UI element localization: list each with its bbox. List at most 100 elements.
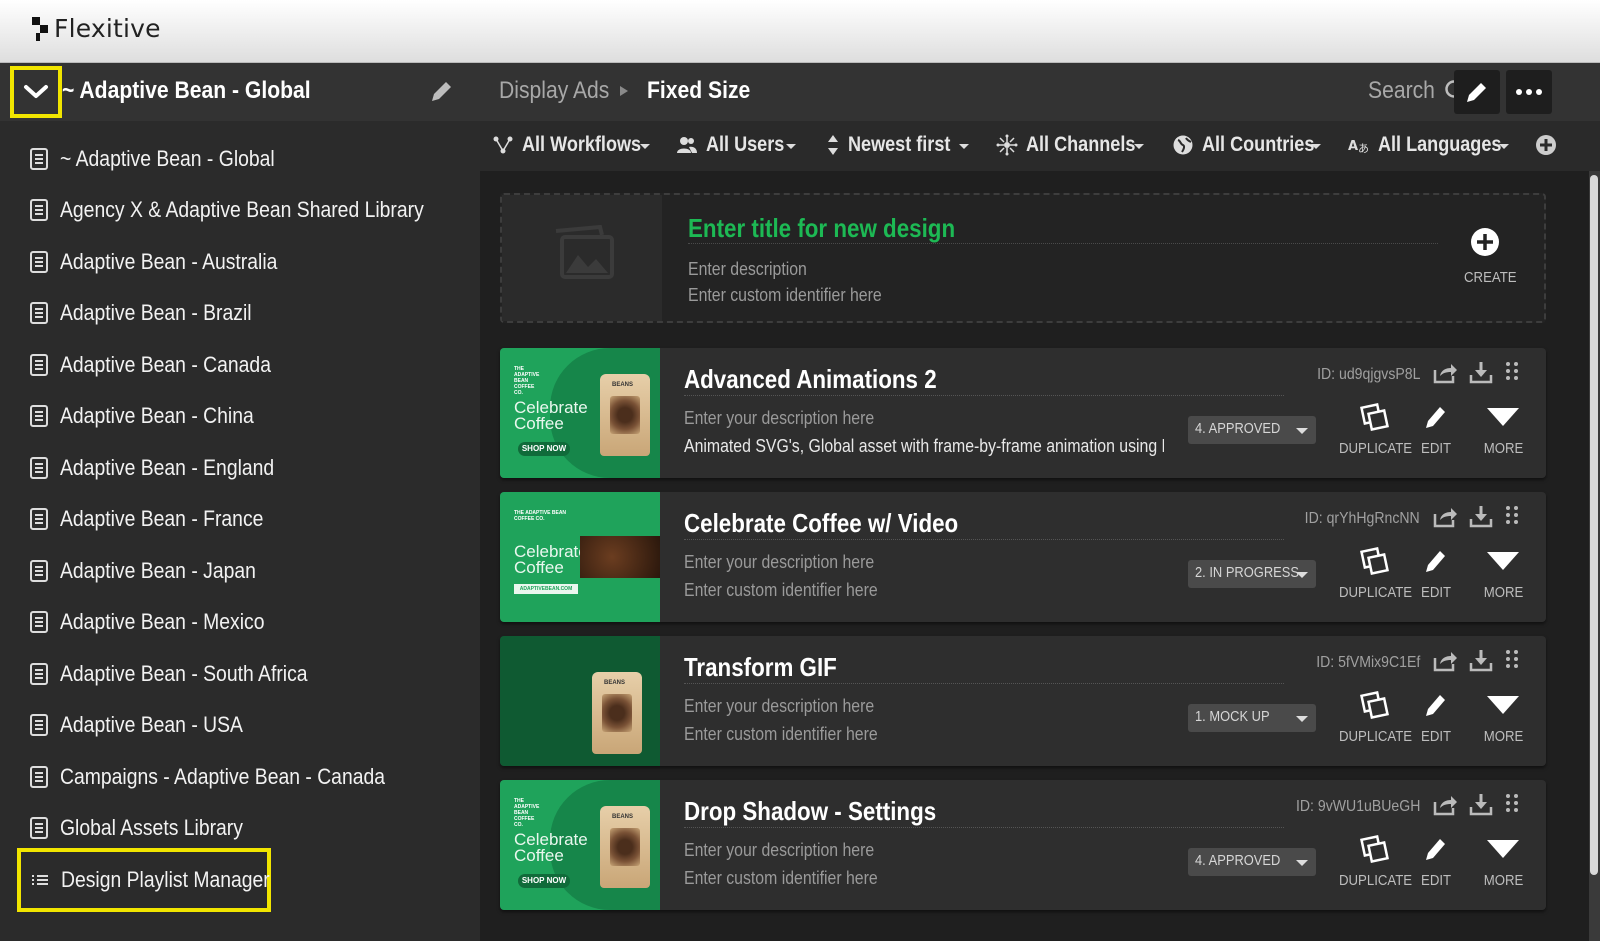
design-card[interactable]: THE ADAPTIVE BEAN COFFEE CO. Celebrate C… [500, 492, 1546, 622]
filter-workflows[interactable]: All Workflows [492, 131, 660, 159]
new-design-description-input[interactable]: Enter description [688, 259, 807, 280]
sidebar-item[interactable]: Global Assets Library [30, 808, 268, 848]
design-description[interactable]: Enter your description here [684, 840, 874, 861]
filter-sort[interactable]: Newest first [826, 131, 967, 159]
sidebar-item-label: Design Playlist Manager [61, 867, 270, 892]
thumbnail-cta: SHOP NOW [518, 442, 570, 456]
edit-button[interactable] [1454, 70, 1500, 114]
more-button[interactable]: MORE [1468, 402, 1538, 468]
sidebar-item-label: ~ Adaptive Bean - Global [60, 146, 275, 171]
caret-down-icon [1311, 144, 1321, 149]
design-thumbnail[interactable]: THE ADAPTIVE BEAN COFFEE CO. Celebrate C… [500, 492, 660, 622]
sidebar-dropdown-toggle[interactable] [10, 66, 62, 118]
sidebar-item[interactable]: Adaptive Bean - China [30, 396, 280, 436]
share-icon[interactable] [1432, 648, 1458, 674]
filter-channels[interactable]: All Channels [996, 131, 1153, 159]
design-title[interactable]: Celebrate Coffee w/ Video [684, 508, 958, 539]
duplicate-icon [1360, 691, 1389, 719]
caret-down-icon [1296, 860, 1308, 866]
sidebar-item[interactable]: Adaptive Bean - South Africa [30, 654, 341, 694]
create-button[interactable]: CREATE [1464, 269, 1517, 286]
sidebar-item[interactable]: Adaptive Bean - Canada [30, 345, 300, 385]
status-dropdown[interactable]: 4. APPROVED [1188, 416, 1316, 444]
edit-design-button[interactable]: EDIT [1406, 690, 1466, 756]
ellipsis-icon [1516, 89, 1542, 95]
share-icon[interactable] [1432, 504, 1458, 530]
sidebar-item-design-playlist-manager[interactable]: Design Playlist Manager [17, 848, 271, 912]
sidebar-item[interactable]: Adaptive Bean - France [30, 499, 291, 539]
new-design-title-input[interactable]: Enter title for new design [688, 213, 955, 244]
duplicate-button[interactable]: DUPLICATE [1334, 690, 1414, 756]
sidebar-item[interactable]: Adaptive Bean - Brazil [30, 293, 278, 333]
divider [684, 395, 1284, 396]
design-thumbnail[interactable] [500, 636, 660, 766]
design-id: ID: qrYhHgRncNN [1304, 510, 1420, 527]
add-filter-icon[interactable] [1535, 134, 1557, 156]
design-identifier[interactable]: Enter custom identifier here [684, 724, 878, 745]
design-description[interactable]: Enter your description here [684, 696, 874, 717]
new-design-identifier-input[interactable]: Enter custom identifier here [688, 285, 882, 306]
pencil-icon [1426, 695, 1445, 716]
new-design-thumbnail[interactable] [502, 195, 662, 321]
status-dropdown[interactable]: 4. APPROVED [1188, 848, 1316, 876]
duplicate-button[interactable]: DUPLICATE [1334, 834, 1414, 900]
design-thumbnail[interactable]: THE ADAPTIVE BEAN COFFEE CO. Celebrate C… [500, 780, 660, 910]
scrollbar-thumb[interactable] [1590, 175, 1598, 875]
download-icon[interactable] [1468, 792, 1494, 818]
download-icon[interactable] [1468, 360, 1494, 386]
status-dropdown[interactable]: 2. IN PROGRESS [1188, 560, 1316, 588]
sidebar-item[interactable]: Agency X & Adaptive Bean Shared Library [30, 190, 473, 230]
breadcrumb-parent[interactable]: Display Ads [499, 77, 609, 105]
more-button[interactable]: MORE [1468, 690, 1538, 756]
filter-users[interactable]: All Users [676, 131, 797, 159]
edit-design-button[interactable]: EDIT [1406, 834, 1466, 900]
share-icon[interactable] [1432, 792, 1458, 818]
plus-circle-icon[interactable] [1470, 227, 1500, 257]
more-button[interactable]: MORE [1468, 834, 1538, 900]
drag-handle-icon[interactable] [1504, 792, 1520, 818]
design-thumbnail[interactable]: THE ADAPTIVE BEAN COFFEE CO. Celebrate C… [500, 348, 660, 478]
edit-design-button[interactable]: EDIT [1406, 402, 1466, 468]
sidebar-item[interactable]: Adaptive Bean - USA [30, 705, 268, 745]
design-card[interactable]: THE ADAPTIVE BEAN COFFEE CO. Celebrate C… [500, 780, 1546, 910]
drag-handle-icon[interactable] [1504, 360, 1520, 386]
edit-design-button[interactable]: EDIT [1406, 546, 1466, 612]
filter-countries[interactable]: All Countries [1172, 131, 1333, 159]
filter-languages[interactable]: Aあ All Languages [1348, 131, 1522, 159]
more-button[interactable]: MORE [1468, 546, 1538, 612]
more-options-button[interactable] [1506, 70, 1552, 114]
thumbnail-brand: THE ADAPTIVE BEAN COFFEE CO. [514, 510, 567, 522]
sidebar-item[interactable]: Campaigns - Adaptive Bean - Canada [30, 757, 429, 797]
document-icon [30, 766, 48, 788]
design-title[interactable]: Transform GIF [684, 652, 837, 683]
app-logo[interactable]: Flexitive [32, 14, 161, 43]
duplicate-button[interactable]: DUPLICATE [1334, 402, 1414, 468]
sidebar-item[interactable]: Adaptive Bean - Mexico [30, 602, 292, 642]
sidebar-item[interactable]: Adaptive Bean - Australia [30, 242, 307, 282]
sidebar-item[interactable]: Adaptive Bean - Japan [30, 551, 283, 591]
pencil-icon[interactable] [428, 79, 454, 105]
search-label[interactable]: Search [1368, 77, 1435, 105]
design-card[interactable]: THE ADAPTIVE BEAN COFFEE CO. Celebrate C… [500, 348, 1546, 478]
status-dropdown[interactable]: 1. MOCK UP [1188, 704, 1316, 732]
design-title[interactable]: Drop Shadow - Settings [684, 796, 936, 827]
triangle-down-icon [1487, 552, 1519, 570]
design-identifier-field[interactable]: Animated SVG's, Global asset with frame-… [684, 432, 1164, 460]
download-icon[interactable] [1468, 504, 1494, 530]
design-description[interactable]: Enter your description here [684, 552, 874, 573]
pencil-icon [1426, 407, 1445, 428]
sidebar-item[interactable]: Adaptive Bean - England [30, 448, 303, 488]
design-identifier[interactable]: Enter custom identifier here [684, 868, 878, 889]
design-card[interactable]: Transform GIF Enter your description her… [500, 636, 1546, 766]
design-description[interactable]: Enter your description here [684, 408, 874, 429]
share-icon[interactable] [1432, 360, 1458, 386]
drag-handle-icon[interactable] [1504, 504, 1520, 530]
duplicate-icon [1360, 403, 1389, 431]
design-title[interactable]: Advanced Animations 2 [684, 364, 937, 395]
drag-handle-icon[interactable] [1504, 648, 1520, 674]
duplicate-button[interactable]: DUPLICATE [1334, 546, 1414, 612]
action-label: DUPLICATE [1338, 872, 1413, 889]
download-icon[interactable] [1468, 648, 1494, 674]
design-identifier[interactable]: Enter custom identifier here [684, 580, 878, 601]
sidebar-item[interactable]: ~ Adaptive Bean - Global [30, 139, 304, 179]
